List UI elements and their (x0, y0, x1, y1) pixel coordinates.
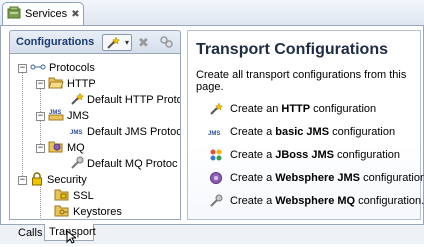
tree-node-protocols[interactable]: − Protocols (18, 60, 95, 76)
tree-label-jms: JMS (67, 110, 89, 122)
tree-label-security: Security (47, 174, 87, 186)
create-websphere-jms-link[interactable]: Create a Websphere JMS configuration (208, 170, 424, 186)
new-configuration-dropdown[interactable]: ▾ (102, 34, 132, 51)
tree-label-keystores: Keystores (73, 206, 122, 218)
new-wand-icon (106, 36, 121, 53)
configurations-header: Configurations ▾ ✖ (9, 30, 181, 54)
filter-icon[interactable] (158, 34, 174, 53)
collapse-toggle[interactable]: − (18, 63, 27, 73)
jboss-icon (208, 147, 224, 163)
tree-guide (22, 68, 23, 180)
folder-open-icon (48, 76, 64, 92)
tree-node-keystores[interactable]: Keystores (54, 204, 122, 219)
http-wand-icon (208, 101, 224, 117)
mouse-cursor-icon (66, 229, 78, 247)
lock-icon (30, 171, 44, 189)
delete-icon[interactable]: ✖ (138, 35, 149, 51)
jms-icon-label: JMS (70, 130, 82, 136)
tree-label-default-jms: Default JMS Protoc (87, 126, 181, 138)
collapse-toggle[interactable]: − (36, 79, 45, 89)
configurations-pane: Configurations ▾ ✖ − Protocols − HTTP De… (9, 30, 181, 220)
create-websphere-mq-link[interactable]: Create a Websphere MQ configuration. (208, 193, 424, 209)
tree-node-jms[interactable]: − JMS JMS (36, 108, 89, 124)
create-jboss-jms-link[interactable]: Create a JBoss JMS configuration (208, 147, 400, 163)
collapse-toggle[interactable]: − (18, 175, 27, 185)
tree-label-mq: MQ (67, 142, 85, 154)
tree-label-protocols: Protocols (49, 62, 95, 74)
tab-calls-label: Calls (18, 226, 43, 239)
http-wand-icon (70, 91, 85, 109)
tree-node-ssl[interactable]: SSL (54, 188, 94, 204)
tree-label-http: HTTP (67, 78, 96, 90)
link-text: Create an HTTP configuration (230, 103, 377, 115)
configurations-tree: − Protocols − HTTP Default HTTP Proto − … (9, 54, 181, 220)
collapse-toggle[interactable]: − (36, 111, 45, 121)
jms-icon: JMS (208, 124, 224, 140)
tab-calls[interactable]: Calls (14, 224, 44, 241)
mq-wand-icon (70, 156, 84, 173)
create-basic-jms-link[interactable]: JMS Create a basic JMS configuration (208, 124, 395, 140)
jms-folder-icon: JMS (48, 108, 64, 124)
tree-node-default-mq[interactable]: Default MQ Protoc (70, 156, 177, 172)
tree-label-default-http: Default HTTP Proto (87, 94, 181, 106)
chevron-down-icon: ▾ (124, 38, 129, 47)
ssl-folder-icon (54, 188, 70, 204)
editor-bottom-tabs: Calls Transport (0, 224, 424, 244)
configurations-title: Configurations (16, 36, 95, 48)
close-icon[interactable]: ✖ (71, 9, 79, 20)
tab-services-label: Services (25, 8, 68, 20)
transport-configurations-pane: Transport Configurations Create all tran… (187, 30, 424, 220)
jms-icon-label: JMS (208, 131, 220, 137)
collapse-toggle[interactable]: − (36, 143, 45, 153)
page-title: Transport Configurations (196, 41, 388, 58)
tab-services[interactable]: Services ✖ (2, 2, 84, 25)
tree-node-default-jms[interactable]: JMS Default JMS Protoc (70, 124, 181, 140)
link-text: Create a Websphere JMS configuration (230, 172, 424, 184)
mq-folder-icon (48, 140, 64, 156)
keystores-folder-icon (54, 204, 70, 219)
link-text: Create a Websphere MQ configuration. (230, 195, 424, 207)
page-subtitle: Create all transport configurations from… (196, 69, 407, 93)
tree-node-security[interactable]: − Security (18, 171, 87, 189)
tree-node-http[interactable]: − HTTP (36, 76, 96, 92)
protocols-icon (30, 62, 46, 75)
jms-icon: JMS (70, 125, 84, 140)
services-icon (7, 6, 21, 23)
services-editor: Configurations ▾ ✖ − Protocols − HTTP De… (0, 26, 424, 224)
link-text: Create a JBoss JMS configuration (230, 149, 400, 161)
tree-node-default-http[interactable]: Default HTTP Proto (70, 91, 181, 109)
tree-label-default-mq: Default MQ Protoc (87, 158, 178, 170)
link-text: Create a basic JMS configuration (230, 126, 396, 138)
tree-guide (40, 184, 41, 219)
tree-node-mq[interactable]: − MQ (36, 140, 85, 156)
create-http-link[interactable]: Create an HTTP configuration (208, 101, 376, 117)
websphere-jms-icon (208, 170, 224, 186)
editor-tab-strip: Services ✖ (0, 0, 424, 26)
websphere-mq-icon (208, 193, 224, 209)
tree-label-ssl: SSL (73, 190, 94, 202)
